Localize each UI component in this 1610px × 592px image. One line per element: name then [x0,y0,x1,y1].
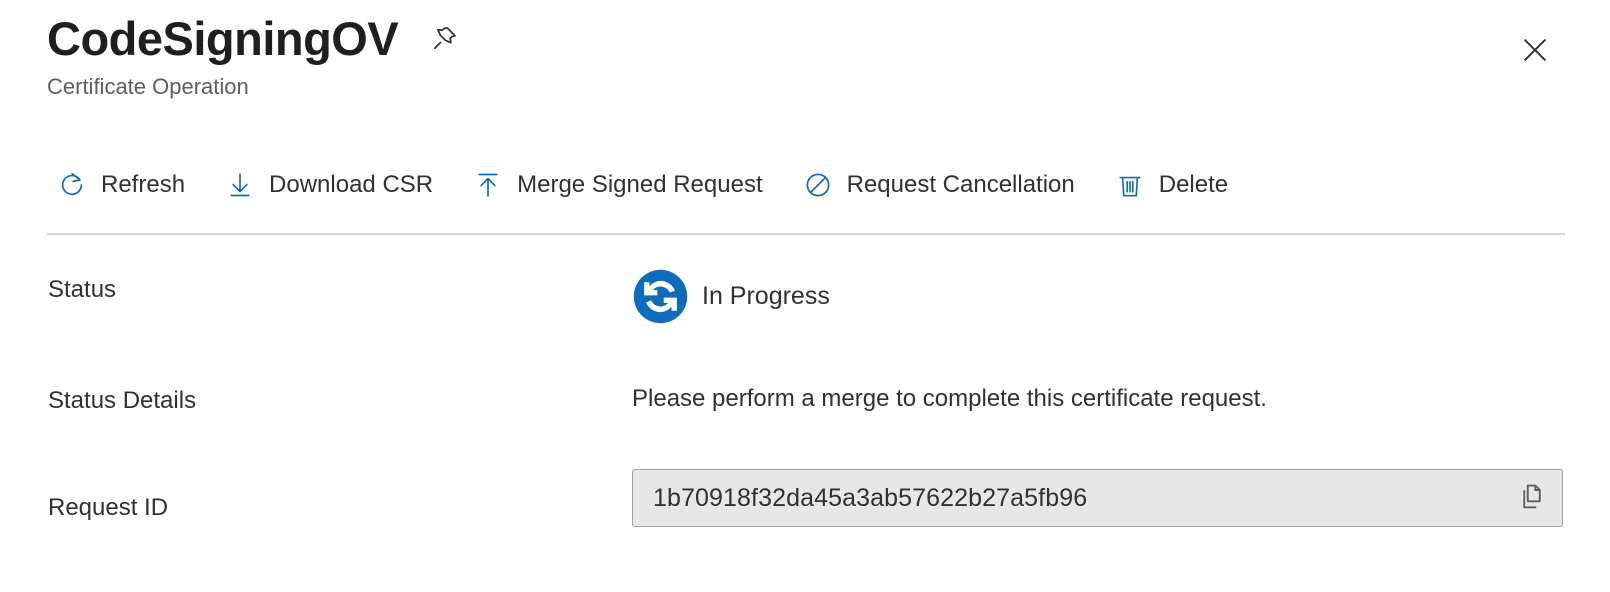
title-row: CodeSigningOV [47,14,1565,64]
property-row-status-details: Status Details Please perform a merge to… [0,375,1610,469]
close-icon [1520,35,1550,68]
close-button[interactable] [1513,29,1557,73]
command-label: Download CSR [269,171,434,198]
pin-button[interactable] [426,23,462,59]
command-label: Refresh [101,171,186,198]
sync-in-progress-icon [632,268,689,325]
command-bar: Refresh Download CSR Merge Signed Reques… [47,164,1254,206]
upload-icon [473,170,503,200]
request-id-text: 1b70918f32da45a3ab57622b27a5fb96 [653,483,1088,512]
status-details-label: Status Details [48,387,197,414]
download-csr-button[interactable]: Download CSR [211,164,449,206]
request-id-label: Request ID [48,494,169,521]
status-details-value: Please perform a merge to complete this … [632,385,1267,412]
page-title: CodeSigningOV [47,12,399,65]
command-label: Merge Signed Request [517,171,763,198]
trash-icon [1115,170,1145,200]
property-row-request-id: Request ID 1b70918f32da45a3ab57622b27a5f… [0,469,1610,569]
properties-list: Status In Progress Status Details Please… [0,258,1610,569]
page-subtitle: Certificate Operation [47,73,249,99]
command-label: Request Cancellation [846,171,1075,198]
status-label: Status [48,276,117,303]
pin-icon [429,24,459,57]
request-id-input[interactable]: 1b70918f32da45a3ab57622b27a5fb96 [632,469,1563,527]
copy-request-id-button[interactable] [1512,478,1552,518]
command-label: Delete [1158,171,1229,198]
property-row-status: Status In Progress [0,258,1610,375]
refresh-icon [57,170,87,200]
block-icon [803,170,833,200]
request-id-value-wrapper: 1b70918f32da45a3ab57622b27a5fb96 [632,469,1563,527]
status-badge: In Progress [702,282,830,310]
download-icon [225,170,255,200]
status-value: In Progress [632,268,830,325]
blade-header: CodeSigningOV Certificate Operation [47,14,1565,100]
refresh-button[interactable]: Refresh [43,164,201,206]
copy-icon [1517,482,1547,515]
request-cancellation-button[interactable]: Request Cancellation [789,164,1091,206]
delete-button[interactable]: Delete [1101,164,1244,206]
merge-signed-request-button[interactable]: Merge Signed Request [459,164,778,206]
command-bar-divider [47,233,1565,235]
